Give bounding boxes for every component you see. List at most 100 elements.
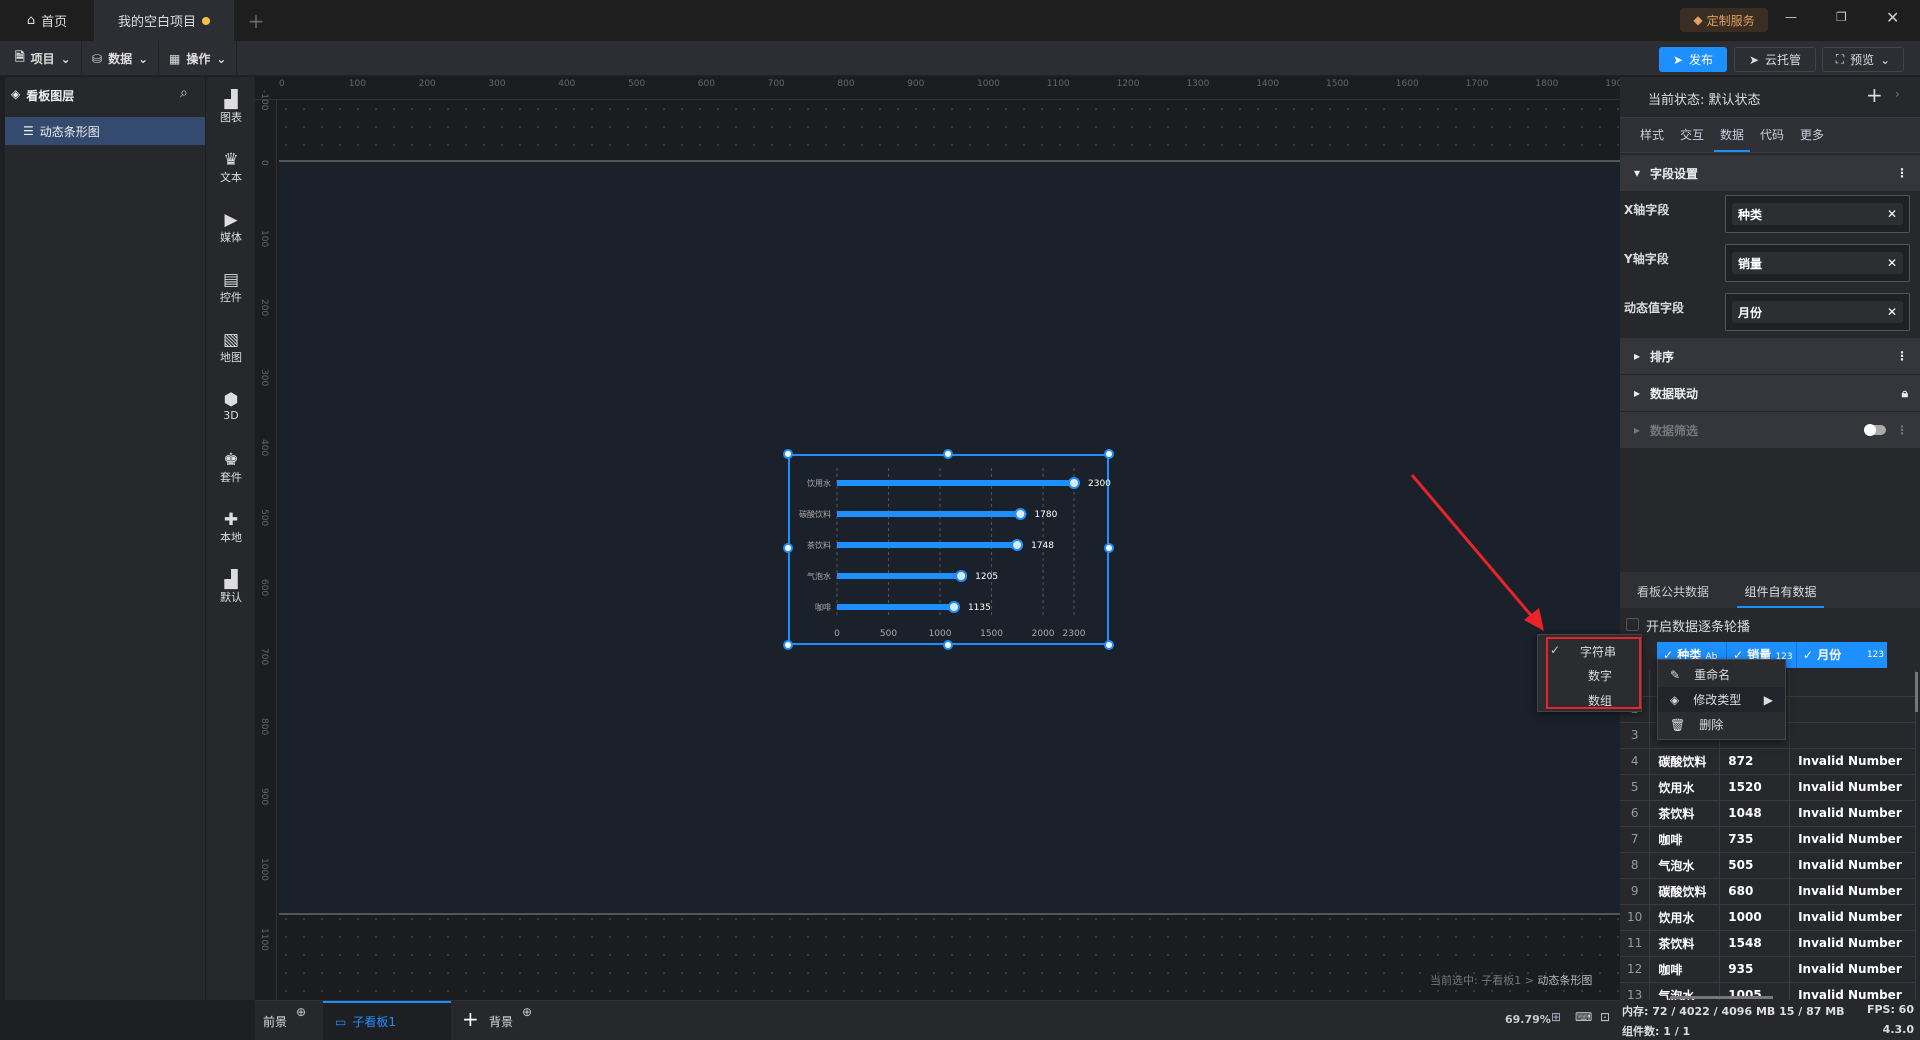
table-row[interactable]: 7 咖啡 735 Invalid Number bbox=[1620, 826, 1916, 853]
resize-handle[interactable] bbox=[943, 640, 953, 650]
table-cell[interactable]: 680 bbox=[1719, 878, 1791, 905]
more-icon[interactable]: ⋮ bbox=[1896, 166, 1908, 180]
component-bar-chart[interactable]: ▟ 默认 bbox=[206, 571, 256, 605]
tab-project[interactable]: 我的空白项目 bbox=[94, 0, 234, 41]
table-cell[interactable]: 1048 bbox=[1719, 800, 1791, 827]
tab-own-data[interactable]: 组件自有数据 bbox=[1737, 572, 1824, 608]
resize-handle[interactable] bbox=[783, 543, 793, 553]
component-cube[interactable]: ⬢ 3D bbox=[206, 391, 256, 422]
close-button[interactable]: ✕ bbox=[1886, 8, 1899, 27]
resize-handle[interactable] bbox=[1104, 640, 1114, 650]
menu-project[interactable]: 🗎 项目 ⌄ bbox=[5, 41, 82, 76]
table-cell[interactable]: Invalid Number bbox=[1789, 748, 1916, 775]
more-icon[interactable]: ⋮ bbox=[1896, 349, 1908, 363]
menu-item-change-type[interactable]: ◈ 修改类型 ▶ bbox=[1658, 687, 1785, 712]
sort-header[interactable]: ▸ 排序 ⋮ bbox=[1620, 338, 1920, 374]
table-cell[interactable]: Invalid Number bbox=[1789, 930, 1916, 957]
new-tab-button[interactable]: + bbox=[234, 0, 278, 41]
x-field-select[interactable]: 种类 ✕ bbox=[1725, 195, 1910, 233]
keyboard-icon[interactable]: ⌨ bbox=[1575, 1010, 1592, 1024]
tab-4[interactable]: 更多 bbox=[1794, 118, 1830, 152]
column-header[interactable]: ✓ 月份 123 bbox=[1797, 642, 1887, 668]
y-field-select[interactable]: 销量 ✕ bbox=[1725, 244, 1910, 282]
table-cell[interactable]: 505 bbox=[1719, 852, 1791, 879]
table-cell[interactable]: Invalid Number bbox=[1789, 878, 1916, 905]
table-cell[interactable] bbox=[1789, 696, 1916, 723]
table-cell[interactable]: 咖啡 bbox=[1649, 956, 1721, 983]
component-media[interactable]: ▶ 媒体 bbox=[206, 211, 256, 245]
search-icon[interactable]: ⌕ bbox=[180, 85, 188, 101]
add-state-button[interactable]: + bbox=[1866, 83, 1883, 107]
tab-public-data[interactable]: 看板公共数据 bbox=[1637, 583, 1709, 600]
table-cell[interactable]: 1000 bbox=[1719, 904, 1791, 931]
table-cell[interactable]: Invalid Number bbox=[1789, 904, 1916, 931]
add-board-button[interactable]: + bbox=[462, 1007, 479, 1031]
horizontal-scrollbar[interactable] bbox=[1670, 996, 1773, 999]
field-settings-header[interactable]: ▾ 字段设置 ⋮ bbox=[1620, 155, 1920, 191]
dynamic-field-select[interactable]: 月份 ✕ bbox=[1725, 293, 1910, 331]
component-widget[interactable]: ▤ 控件 bbox=[206, 271, 256, 305]
menu-item-delete[interactable]: 🗑︎ 删除 bbox=[1658, 712, 1785, 737]
menu-operate[interactable]: ▦ 操作 ⌄ bbox=[159, 41, 238, 76]
table-cell[interactable]: 碳酸饮料 bbox=[1649, 878, 1721, 905]
foreground-tab[interactable]: 前景 bbox=[263, 1013, 287, 1030]
lock-icon[interactable]: 🔒︎ bbox=[1902, 386, 1908, 401]
table-cell[interactable]: 咖啡 bbox=[1649, 826, 1721, 853]
table-row[interactable]: 6 茶饮料 1048 Invalid Number bbox=[1620, 800, 1916, 827]
clear-icon[interactable]: ✕ bbox=[1887, 305, 1897, 319]
menu-item-rename[interactable]: ✎ 重命名 bbox=[1658, 662, 1785, 687]
restore-button[interactable]: ❐ bbox=[1836, 10, 1847, 24]
vertical-scrollbar[interactable] bbox=[1915, 672, 1918, 712]
carousel-checkbox[interactable] bbox=[1626, 618, 1639, 631]
add-foreground-icon[interactable]: ⊕ bbox=[296, 1005, 306, 1019]
breadcrumb-current[interactable]: 动态条形图 bbox=[1537, 974, 1592, 987]
resize-handle[interactable] bbox=[1104, 449, 1114, 459]
table-cell[interactable]: 735 bbox=[1719, 826, 1791, 853]
resize-handle[interactable] bbox=[783, 640, 793, 650]
table-cell[interactable]: Invalid Number bbox=[1789, 826, 1916, 853]
table-cell[interactable]: Invalid Number bbox=[1789, 852, 1916, 879]
table-cell[interactable]: 饮用水 bbox=[1649, 774, 1721, 801]
terminal-icon[interactable]: ⊡ bbox=[1600, 1010, 1610, 1024]
more-icon[interactable]: ⋮ bbox=[1896, 423, 1908, 437]
component-map[interactable]: ▧ 地图 bbox=[206, 331, 256, 365]
tab-2[interactable]: 数据 bbox=[1714, 118, 1750, 152]
table-cell[interactable]: Invalid Number bbox=[1789, 774, 1916, 801]
type-option-string[interactable]: 字符串 bbox=[1580, 643, 1616, 660]
minimize-button[interactable]: — bbox=[1785, 10, 1797, 24]
tab-home[interactable]: ⌂ 首页 bbox=[0, 0, 94, 41]
resize-handle[interactable] bbox=[943, 449, 953, 459]
preview-button[interactable]: ⛶ 预览 ⌄ bbox=[1822, 47, 1904, 72]
tab-1[interactable]: 交互 bbox=[1674, 118, 1710, 152]
resize-handle[interactable] bbox=[783, 449, 793, 459]
tab-0[interactable]: 样式 bbox=[1634, 118, 1670, 152]
table-cell[interactable]: 935 bbox=[1719, 956, 1791, 983]
table-row[interactable]: 8 气泡水 505 Invalid Number bbox=[1620, 852, 1916, 879]
table-cell[interactable]: 1548 bbox=[1719, 930, 1791, 957]
clear-icon[interactable]: ✕ bbox=[1887, 256, 1897, 270]
table-row[interactable]: 5 饮用水 1520 Invalid Number bbox=[1620, 774, 1916, 801]
zoom-level[interactable]: 69.79% bbox=[1505, 1013, 1551, 1026]
filter-header[interactable]: ▸ 数据筛选 ⋮ bbox=[1620, 412, 1920, 448]
type-option-array[interactable]: 数组 bbox=[1588, 692, 1612, 709]
resize-handle[interactable] bbox=[1104, 543, 1114, 553]
table-cell[interactable]: 茶饮料 bbox=[1649, 800, 1721, 827]
table-cell[interactable]: 872 bbox=[1719, 748, 1791, 775]
layer-item[interactable]: ☰ 动态条形图 bbox=[5, 117, 205, 145]
chevron-right-icon[interactable]: › bbox=[1895, 87, 1900, 101]
component-puzzle[interactable]: ✚ 本地 bbox=[206, 511, 256, 545]
table-cell[interactable]: 茶饮料 bbox=[1649, 930, 1721, 957]
publish-button[interactable]: ➤ 发布 bbox=[1659, 47, 1727, 72]
table-cell[interactable]: 碳酸饮料 bbox=[1649, 748, 1721, 775]
table-row[interactable]: 12 咖啡 935 Invalid Number bbox=[1620, 956, 1916, 983]
menu-data[interactable]: ⛁ 数据 ⌄ bbox=[82, 41, 160, 76]
table-row[interactable]: 11 茶饮料 1548 Invalid Number bbox=[1620, 930, 1916, 957]
table-cell[interactable] bbox=[1789, 670, 1916, 697]
table-cell[interactable]: 1520 bbox=[1719, 774, 1791, 801]
component-text[interactable]: ♛ 文本 bbox=[206, 151, 256, 185]
table-cell[interactable]: Invalid Number bbox=[1789, 956, 1916, 983]
table-row[interactable]: 9 碳酸饮料 680 Invalid Number bbox=[1620, 878, 1916, 905]
table-cell[interactable]: Invalid Number bbox=[1789, 982, 1916, 1000]
add-background-icon[interactable]: ⊕ bbox=[522, 1005, 532, 1019]
component-kit[interactable]: ♚ 套件 bbox=[206, 451, 256, 485]
